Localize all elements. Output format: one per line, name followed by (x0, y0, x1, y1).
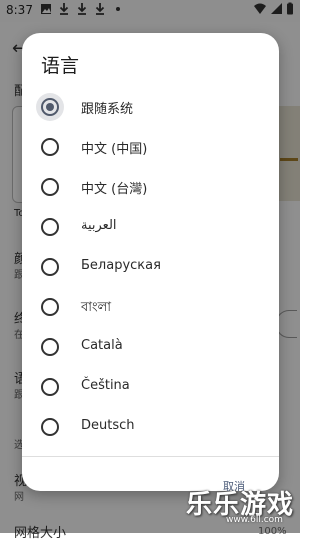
language-option-label: বাংলা (81, 300, 112, 315)
language-option-label: Беларуская (81, 258, 161, 273)
language-option[interactable]: 中文 (台灣) (22, 167, 279, 207)
language-option[interactable]: العربية (22, 207, 279, 247)
language-option-label: 跟随系统 (81, 102, 134, 117)
cancel-button[interactable]: 取消 (223, 478, 245, 491)
language-option-label: Català (81, 338, 123, 353)
radio-button[interactable] (41, 338, 59, 356)
dialog-title: 语言 (41, 55, 80, 77)
language-option-label: Čeština (81, 378, 130, 393)
radio-button[interactable] (41, 378, 59, 396)
language-option[interactable]: Беларуская (22, 247, 279, 287)
radio-button[interactable] (41, 218, 59, 236)
language-options-list: 跟随系统 中文 (中国) 中文 (台灣) العربية Беларуская … (22, 87, 279, 447)
language-option[interactable]: 中文 (中国) (22, 127, 279, 167)
radio-button[interactable] (41, 178, 59, 196)
language-dialog: 语言 跟随系统 中文 (中国) 中文 (台灣) العربية Беларуск… (22, 33, 279, 491)
radio-button[interactable] (41, 298, 59, 316)
language-option-label: العربية (81, 218, 117, 233)
language-option-label: 中文 (台灣) (81, 182, 148, 197)
radio-button[interactable] (41, 418, 59, 436)
dialog-divider (22, 456, 279, 457)
language-option[interactable]: Deutsch (22, 407, 279, 447)
language-option[interactable]: Català (22, 327, 279, 367)
language-option[interactable]: 跟随系统 (22, 87, 279, 127)
radio-button[interactable] (41, 258, 59, 276)
language-option[interactable]: বাংলা (22, 287, 279, 327)
language-option-label: Deutsch (81, 418, 135, 433)
language-option[interactable]: Čeština (22, 367, 279, 407)
radio-button-selected[interactable] (41, 98, 59, 116)
language-option-label: 中文 (中国) (81, 142, 148, 157)
radio-button[interactable] (41, 138, 59, 156)
